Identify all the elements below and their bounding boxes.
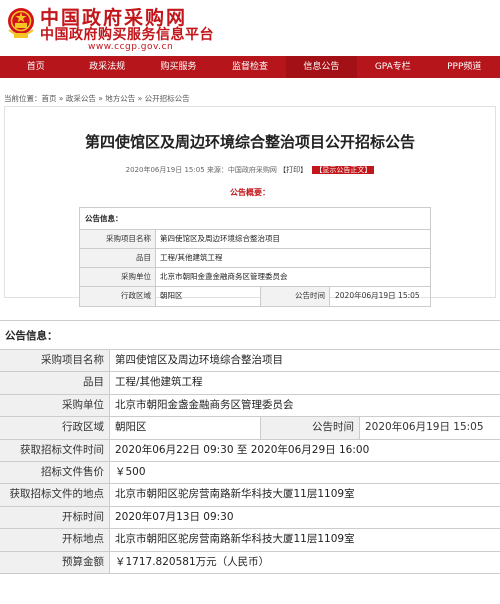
info-table-large: 公告信息： 采购项目名称 第四使馆区及周边环境综合整治项目 品目 工程/其他建筑…	[0, 320, 500, 574]
site-url: www.ccgp.gov.cn	[88, 42, 174, 52]
main-nav: 首页 政采法规 购买服务 监督检查 信息公告 GPA专栏 PPP频道	[0, 56, 500, 78]
breadcrumb-prefix: 当前位置：	[4, 94, 42, 103]
nav-item-gpa[interactable]: GPA专栏	[357, 56, 428, 78]
article-card: 第四使馆区及周边环境综合整治项目公开招标公告 2020年06月19日 15:05…	[4, 106, 496, 307]
breadcrumb-item-announcements[interactable]: 政采公告	[66, 94, 96, 103]
row-value: 北京市朝阳金盏金融商务区管理委员会	[160, 272, 288, 281]
row-value: 2020年07月13日 09:30	[115, 510, 234, 523]
site-subtitle: 中国政府购买服务信息平台	[40, 27, 214, 43]
table-row: 招标文件售价 ￥500	[0, 461, 500, 485]
table-row: 预算金额 ￥1717.820581万元（人民币）	[0, 551, 500, 574]
info-table-header: 公告信息：	[0, 320, 500, 350]
breadcrumb-item-home[interactable]: 首页	[42, 94, 57, 103]
row-value: 2020年06月19日 15:05	[365, 421, 484, 434]
row-label: 获取招标文件时间	[0, 439, 110, 461]
table-row: 开标时间 2020年07月13日 09:30	[0, 506, 500, 530]
row-value: 朝阳区	[160, 291, 183, 300]
table-row: 开标地点 北京市朝阳区驼房营南路新华科技大厦11层1109室	[0, 529, 500, 552]
info-table-header: 公告信息：	[80, 208, 430, 230]
row-label: 品目	[80, 249, 156, 267]
row-value: ￥500	[115, 465, 146, 478]
breadcrumb-item-local[interactable]: 地方公告	[105, 94, 135, 103]
info-table-small: 公告信息： 采购项目名称 第四使馆区及周边环境综合整治项目 品目 工程/其他建筑…	[79, 207, 431, 307]
table-row: 行政区域 朝阳区 公告时间 2020年06月19日 15:05	[80, 287, 430, 306]
table-row: 采购项目名称 第四使馆区及周边环境综合整治项目	[80, 230, 430, 249]
nav-item-supervision[interactable]: 监督检查	[214, 56, 285, 78]
row-label: 采购项目名称	[0, 350, 110, 372]
print-link[interactable]: 【打印】	[279, 166, 307, 174]
nav-item-services[interactable]: 购买服务	[143, 56, 214, 78]
table-row: 品目 工程/其他建筑工程	[0, 372, 500, 395]
row-label: 招标文件售价	[0, 461, 110, 484]
table-row: 品目 工程/其他建筑工程	[80, 249, 430, 268]
row-value: 工程/其他建筑工程	[160, 253, 223, 262]
article-title: 第四使馆区及周边环境综合整治项目公开招标公告	[84, 133, 415, 151]
row-label: 行政区域	[0, 417, 110, 439]
row-label: 公告时间	[260, 287, 330, 306]
row-value: 2020年06月22日 09:30 至 2020年06月29日 16:00	[115, 443, 370, 456]
row-label: 行政区域	[80, 287, 156, 306]
row-label: 品目	[0, 372, 110, 394]
nav-item-regulations[interactable]: 政采法规	[71, 56, 142, 78]
row-value: ￥1717.820581万元（人民币）	[115, 555, 270, 568]
national-emblem-icon	[8, 8, 34, 38]
breadcrumb-separator: »	[95, 94, 106, 103]
row-label: 开标时间	[0, 506, 110, 529]
row-label: 采购项目名称	[80, 230, 156, 248]
table-row: 行政区域 朝阳区 公告时间 2020年06月19日 15:05	[0, 417, 500, 440]
article-date-source: 2020年06月19日 15:05 来源：中国政府采购网	[125, 166, 277, 174]
row-label: 采购单位	[80, 268, 156, 286]
row-label: 采购单位	[0, 394, 110, 417]
summary-label: 公告概要：	[230, 188, 270, 197]
row-value: 2020年06月19日 15:05	[335, 291, 420, 300]
row-value: 第四使馆区及周边环境综合整治项目	[160, 234, 280, 243]
table-row: 获取招标文件的地点 北京市朝阳区驼房营南路新华科技大厦11层1109室	[0, 484, 500, 507]
row-value: 第四使馆区及周边环境综合整治项目	[115, 354, 283, 366]
row-value: 北京市朝阳区驼房营南路新华科技大厦11层1109室	[115, 533, 355, 546]
row-value: 朝阳区	[115, 421, 147, 434]
show-body-button[interactable]: 【显示公告正文】	[312, 166, 375, 174]
table-row: 获取招标文件时间 2020年06月22日 09:30 至 2020年06月29日…	[0, 439, 500, 462]
row-label: 预算金额	[0, 551, 110, 573]
row-label: 开标地点	[0, 529, 110, 551]
nav-item-announcements[interactable]: 信息公告	[285, 56, 358, 78]
article-meta: 2020年06月19日 15:05 来源：中国政府采购网 【打印】 【显示公告正…	[5, 165, 495, 175]
table-row: 采购单位 北京市朝阳金盏金融商务区管理委员会	[80, 268, 430, 287]
breadcrumb-item-tender[interactable]: 公开招标公告	[145, 94, 190, 103]
breadcrumb: 当前位置：首页 » 政采公告 » 地方公告 » 公开招标公告	[4, 93, 190, 104]
table-row: 采购项目名称 第四使馆区及周边环境综合整治项目	[0, 350, 500, 373]
row-value: 北京市朝阳区驼房营南路新华科技大厦11层1109室	[115, 488, 355, 501]
nav-item-ppp[interactable]: PPP频道	[429, 56, 500, 78]
breadcrumb-separator: »	[135, 94, 145, 103]
row-value: 北京市朝阳金盏金融商务区管理委员会	[115, 398, 294, 411]
row-value: 工程/其他建筑工程	[115, 376, 203, 389]
site-header: 中国政府采购网 中国政府购买服务信息平台 www.ccgp.gov.cn	[0, 0, 500, 56]
row-label: 公告时间	[260, 417, 360, 439]
row-label: 获取招标文件的地点	[0, 484, 110, 506]
table-row: 采购单位 北京市朝阳金盏金融商务区管理委员会	[0, 394, 500, 418]
breadcrumb-separator: »	[56, 94, 66, 103]
nav-item-home[interactable]: 首页	[0, 56, 71, 78]
